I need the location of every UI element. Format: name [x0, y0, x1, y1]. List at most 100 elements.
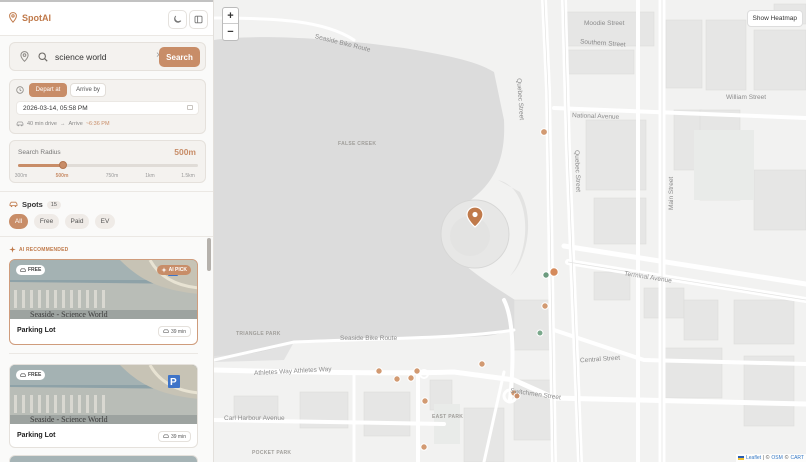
- map-view[interactable]: FALSE CREEK TRIANGLE PARK EAST PARK POCK…: [214, 0, 806, 462]
- ukraine-flag-icon: [738, 456, 744, 460]
- arrive-time: ~6:36 PM: [85, 121, 110, 127]
- sidebar: SpotAI science world Search Depart at Ar…: [0, 0, 214, 462]
- parking-card[interactable]: [9, 455, 198, 462]
- filter-chip-ev[interactable]: EV: [95, 214, 115, 229]
- show-heatmap-button[interactable]: Show Heatmap: [746, 10, 803, 27]
- ai-pick-label: AI PICK: [168, 267, 187, 273]
- spots-header: Spots 15: [9, 200, 61, 209]
- filter-chip-free[interactable]: Free: [34, 214, 59, 229]
- radius-value: 500m: [174, 147, 196, 157]
- arrow-right-icon: →: [59, 121, 66, 127]
- radius-tick[interactable]: 1km: [145, 173, 154, 179]
- slider-thumb[interactable]: [59, 161, 67, 169]
- carl-harbour-avenue-label: Carl Harbour Avenue: [224, 415, 285, 422]
- brand-name: SpotAI: [22, 12, 51, 23]
- app-root: SpotAI science world Search Depart at Ar…: [0, 0, 806, 462]
- attribution-separator: | ©: [763, 455, 770, 461]
- spots-title: Spots: [22, 200, 43, 209]
- radius-tick[interactable]: 1.5km: [181, 173, 195, 179]
- radius-title: Search Radius: [18, 149, 61, 156]
- tab-arrive-by[interactable]: Arrive by: [70, 83, 106, 97]
- osm-link[interactable]: OSM: [771, 455, 782, 461]
- parking-thumbnail: P Seaside - Science World FREE AI PICK: [10, 260, 197, 319]
- divider: [0, 191, 213, 192]
- william-street-label: William Street: [726, 94, 767, 101]
- tab-depart-at[interactable]: Depart at: [29, 83, 67, 97]
- search-icon: [38, 52, 48, 62]
- slider-fill: [18, 164, 63, 167]
- carto-link[interactable]: CART: [790, 455, 804, 461]
- drive-time-badge: 39 min: [157, 326, 191, 337]
- collapse-sidebar-button[interactable]: [189, 10, 208, 29]
- search-button[interactable]: Search: [159, 47, 200, 67]
- east-park-label: EAST PARK: [432, 414, 464, 420]
- filter-chip-paid[interactable]: Paid: [65, 214, 89, 229]
- clock-icon: [16, 86, 24, 94]
- drive-time: 39 min: [170, 433, 186, 440]
- calendar-icon[interactable]: [187, 105, 193, 110]
- arrive-prefix: Arrive: [68, 121, 83, 127]
- card-title: Parking Lot: [17, 327, 56, 334]
- radius-panel: Search Radius 500m 300m 500m 750m 1km 1.…: [9, 140, 206, 183]
- sparkle-icon: [9, 246, 16, 253]
- location-pin-icon: [9, 12, 17, 23]
- car-icon: [20, 373, 26, 377]
- sidebar-panel-icon: [194, 15, 203, 24]
- triangle-park-label: TRIANGLE PARK: [236, 331, 281, 337]
- free-badge: FREE: [16, 265, 46, 275]
- ai-pick-badge: AI PICK: [156, 265, 191, 275]
- sparkle-icon: [160, 267, 167, 273]
- zoom-out-button[interactable]: −: [223, 24, 238, 40]
- brand-bar: SpotAI: [0, 0, 213, 36]
- svg-text:P: P: [170, 377, 177, 388]
- search-bar: science world × Search: [9, 42, 206, 71]
- drive-time-badge: 39 min: [157, 431, 191, 442]
- sidebar-scrollbar[interactable]: [207, 238, 211, 271]
- filter-chip-all[interactable]: All: [9, 214, 28, 229]
- radius-slider[interactable]: [18, 161, 198, 169]
- zoom-in-button[interactable]: +: [223, 8, 238, 24]
- drive-duration: 40 min drive: [27, 121, 57, 127]
- parking-card[interactable]: P Seaside - Science World FREE AI PICK P…: [9, 259, 198, 345]
- quebec-street-label: Quebec Street: [573, 150, 582, 193]
- free-badge: FREE: [16, 370, 46, 380]
- car-icon: [9, 201, 18, 208]
- divider: [0, 236, 213, 237]
- datetime-value: 2026-03-14, 05:58 PM: [23, 105, 88, 112]
- moon-icon: [174, 15, 182, 23]
- ai-recommended-heading: AI RECOMMENDED: [9, 246, 68, 253]
- divider: [9, 353, 198, 354]
- false-creek-label: FALSE CREEK: [338, 141, 377, 147]
- photo-caption: Seaside - Science World: [30, 415, 108, 424]
- moodie-street-label: Moodie Street: [584, 20, 625, 27]
- drive-info: 40 min drive → Arrive ~6:36 PM: [16, 121, 110, 127]
- search-input[interactable]: science world: [55, 52, 107, 62]
- ai-heading-label: AI RECOMMENDED: [19, 246, 69, 253]
- free-badge-label: FREE: [28, 372, 42, 378]
- seaside-bike-route-label: Seaside Bike Route: [340, 335, 398, 342]
- parking-thumbnail: P Seaside - Science World FREE: [10, 365, 197, 424]
- parking-card[interactable]: P Seaside - Science World FREE Parking L…: [9, 364, 198, 448]
- drive-time: 39 min: [170, 328, 186, 335]
- brand[interactable]: SpotAI: [9, 12, 51, 23]
- car-icon: [20, 268, 26, 272]
- car-icon: [163, 329, 169, 333]
- car-icon: [16, 121, 24, 127]
- photo-caption: Seaside - Science World: [30, 310, 108, 319]
- theme-toggle-button[interactable]: [168, 10, 187, 29]
- spots-count-badge: 15: [46, 200, 61, 209]
- radius-tick[interactable]: 300m: [15, 173, 28, 179]
- free-badge-label: FREE: [28, 267, 42, 273]
- leaflet-link[interactable]: Leaflet: [746, 455, 761, 461]
- zoom-control: + −: [222, 7, 239, 41]
- radius-tick[interactable]: 750m: [106, 173, 119, 179]
- datetime-input[interactable]: 2026-03-14, 05:58 PM: [16, 101, 199, 115]
- false-creek-water: [214, 37, 534, 357]
- car-icon: [163, 434, 169, 438]
- attribution-separator: ©: [784, 455, 789, 461]
- radius-tick-active[interactable]: 500m: [56, 173, 69, 179]
- main-street-label: Main Street: [668, 176, 675, 210]
- map-attribution: Leaflet | © OSM © CART: [736, 454, 806, 462]
- time-panel: Depart at Arrive by 2026-03-14, 05:58 PM…: [9, 79, 206, 134]
- card-title: Parking Lot: [17, 432, 56, 439]
